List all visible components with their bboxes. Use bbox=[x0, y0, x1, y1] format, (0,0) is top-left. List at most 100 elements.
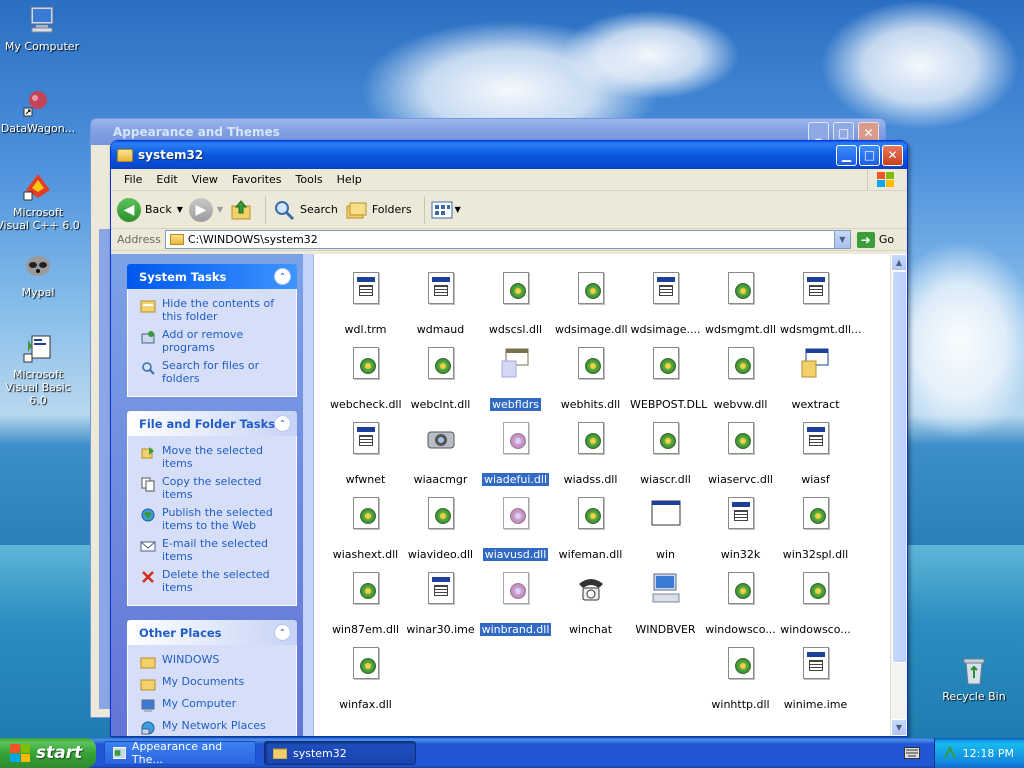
file-item[interactable]: winbrand.dll bbox=[478, 566, 553, 641]
desktop-icon-my-computer[interactable]: My Computer bbox=[0, 4, 84, 53]
task-pane-scrollbar[interactable] bbox=[303, 254, 313, 736]
file-name: wiadss.dll bbox=[563, 473, 618, 486]
vertical-scrollbar[interactable]: ▲ ▼ bbox=[890, 254, 907, 736]
file-item[interactable]: win32spl.dll bbox=[778, 491, 853, 566]
task-copy-items[interactable]: Copy the selected items bbox=[140, 475, 290, 501]
menu-file[interactable]: File bbox=[117, 173, 149, 186]
title-bar[interactable]: system32 ▁ □ ✕ bbox=[111, 141, 907, 169]
file-item[interactable]: WINDBVER bbox=[628, 566, 703, 641]
task-search-files[interactable]: Search for files or folders bbox=[140, 359, 290, 385]
desktop-icon-visual-basic[interactable]: Microsoft Visual Basic 6.0 bbox=[0, 332, 80, 407]
scroll-down-icon[interactable]: ▼ bbox=[891, 719, 907, 736]
file-item[interactable]: winchat bbox=[553, 566, 628, 641]
file-item[interactable]: wdsmgmt.dll bbox=[703, 266, 778, 341]
file-item[interactable]: winar30.ime bbox=[403, 566, 478, 641]
taskbar-button-appearance[interactable]: Appearance and The... bbox=[104, 740, 256, 766]
network-tray-icon[interactable] bbox=[943, 746, 957, 760]
file-item[interactable]: wiadss.dll bbox=[553, 416, 628, 491]
file-item[interactable]: wiascr.dll bbox=[628, 416, 703, 491]
file-item[interactable]: wdsmgmt.dll... bbox=[778, 266, 862, 341]
task-publish-web[interactable]: Publish the selected items to the Web bbox=[140, 506, 290, 532]
menu-favorites[interactable]: Favorites bbox=[225, 173, 289, 186]
explorer-window[interactable]: system32 ▁ □ ✕ File Edit View Favorites … bbox=[110, 140, 908, 737]
file-item[interactable]: WEBPOST.DLL bbox=[628, 341, 707, 416]
clock[interactable]: 12:18 PM bbox=[963, 747, 1014, 760]
scroll-up-icon[interactable]: ▲ bbox=[891, 254, 907, 271]
menu-edit[interactable]: Edit bbox=[149, 173, 184, 186]
up-folder-button[interactable] bbox=[229, 198, 253, 222]
back-button[interactable]: ◀ Back ▼ bbox=[117, 197, 183, 222]
file-item[interactable]: wdmaud bbox=[403, 266, 478, 341]
task-add-remove-programs[interactable]: Add or remove programs bbox=[140, 328, 290, 354]
maximize-button[interactable]: □ bbox=[859, 144, 880, 166]
task-delete-items[interactable]: Delete the selected items bbox=[140, 568, 290, 594]
menu-help[interactable]: Help bbox=[330, 173, 369, 186]
panel-header[interactable]: Other Places ⌃ bbox=[127, 620, 297, 645]
file-item[interactable]: webcheck.dll bbox=[328, 341, 403, 416]
file-item[interactable]: wiasf bbox=[778, 416, 853, 491]
file-item[interactable]: winfax.dll bbox=[328, 641, 403, 716]
file-list[interactable]: wdl.trm wdmaud wdscsl.dll wdsimage.dll wdsim… bbox=[313, 254, 907, 736]
file-item[interactable]: windowsco... bbox=[703, 566, 778, 641]
taskbar-button-system32[interactable]: system32 bbox=[264, 741, 416, 765]
panel-header[interactable]: File and Folder Tasks ⌃ bbox=[127, 411, 297, 436]
desktop-icon-recycle-bin[interactable]: Recycle Bin bbox=[932, 654, 1016, 703]
file-item[interactable]: wfwnet bbox=[328, 416, 403, 491]
file-item[interactable]: wdl.trm bbox=[328, 266, 403, 341]
task-hide-contents[interactable]: Hide the contents of this folder bbox=[140, 297, 290, 323]
close-button[interactable]: ✕ bbox=[882, 144, 903, 166]
file-item[interactable]: webvw.dll bbox=[703, 341, 778, 416]
file-item[interactable]: wifeman.dll bbox=[553, 491, 628, 566]
forward-button[interactable]: ▶ ▼ bbox=[188, 197, 223, 222]
chevron-down-icon[interactable]: ▼ bbox=[177, 205, 183, 214]
file-item[interactable]: wextract bbox=[778, 341, 853, 416]
file-name: wiasf bbox=[801, 473, 830, 486]
file-item[interactable]: wiaacmgr bbox=[403, 416, 478, 491]
file-item[interactable]: wdsimage.dll bbox=[553, 266, 628, 341]
go-button[interactable]: ➜ Go bbox=[856, 231, 894, 248]
file-item[interactable]: wiavideo.dll bbox=[403, 491, 478, 566]
start-button[interactable]: start bbox=[0, 738, 96, 768]
file-item[interactable]: win87em.dll bbox=[328, 566, 403, 641]
chevron-up-icon[interactable]: ⌃ bbox=[274, 415, 291, 432]
keyboard-icon[interactable] bbox=[904, 747, 920, 759]
chevron-up-icon[interactable]: ⌃ bbox=[274, 268, 291, 285]
control-panel-icon bbox=[113, 747, 126, 759]
file-item[interactable]: wiadefui.dll bbox=[478, 416, 553, 491]
panel-header[interactable]: System Tasks ⌃ bbox=[127, 264, 297, 289]
desktop-icon-mypal[interactable]: Mypal bbox=[0, 250, 80, 299]
file-item[interactable]: winhttp.dll bbox=[703, 641, 778, 716]
file-item[interactable]: webclnt.dll bbox=[403, 341, 478, 416]
views-button[interactable]: ▼ bbox=[431, 200, 461, 220]
chevron-up-icon[interactable]: ⌃ bbox=[274, 624, 291, 641]
task-email-items[interactable]: E-mail the selected items bbox=[140, 537, 290, 563]
place-my-computer[interactable]: My Computer bbox=[140, 697, 290, 714]
desktop-icon-visual-cpp[interactable]: Microsoft Visual C++ 6.0 bbox=[0, 170, 80, 232]
file-item[interactable]: winime.ime bbox=[778, 641, 853, 716]
place-my-documents[interactable]: My Documents bbox=[140, 675, 290, 692]
scroll-thumb[interactable] bbox=[892, 271, 907, 663]
desktop-icon-datawagon[interactable]: DataWagon... bbox=[0, 86, 80, 135]
place-windows[interactable]: WINDOWS bbox=[140, 653, 290, 670]
file-item[interactable]: wiaservc.dll bbox=[703, 416, 778, 491]
file-item[interactable]: wdsimage.... bbox=[628, 266, 703, 341]
minimize-button[interactable]: ▁ bbox=[836, 144, 857, 166]
file-item[interactable]: win bbox=[628, 491, 703, 566]
chevron-down-icon[interactable]: ▼ bbox=[217, 205, 223, 214]
folders-button[interactable]: Folders bbox=[344, 198, 412, 222]
file-item[interactable]: webfldrs bbox=[478, 341, 553, 416]
search-button[interactable]: Search bbox=[272, 198, 338, 222]
file-item[interactable]: wiashext.dll bbox=[328, 491, 403, 566]
file-item[interactable]: webhits.dll bbox=[553, 341, 628, 416]
file-item[interactable]: wdscsl.dll bbox=[478, 266, 553, 341]
file-item[interactable]: wiavusd.dll bbox=[478, 491, 553, 566]
menu-tools[interactable]: Tools bbox=[289, 173, 330, 186]
task-move-items[interactable]: Move the selected items bbox=[140, 444, 290, 470]
file-item[interactable]: windowsco... bbox=[778, 566, 853, 641]
menu-view[interactable]: View bbox=[185, 173, 225, 186]
file-item[interactable]: win32k bbox=[703, 491, 778, 566]
window-file-icon bbox=[650, 497, 682, 531]
chevron-down-icon[interactable]: ▼ bbox=[833, 231, 850, 248]
place-my-network-places[interactable]: My Network Places bbox=[140, 719, 290, 736]
address-field[interactable]: C:\WINDOWS\system32 ▼ bbox=[164, 230, 851, 249]
